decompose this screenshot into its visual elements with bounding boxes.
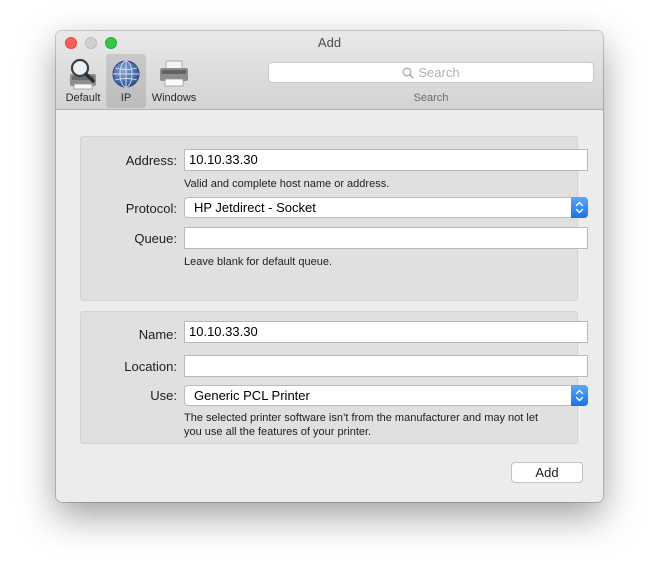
add-printer-window: Add Default IP Windows Search Search Add…: [56, 31, 603, 502]
window-toolbar: Add Default IP Windows Search Search: [56, 31, 603, 110]
connection-panel: Address: 10.10.33.30 Valid and complete …: [80, 136, 588, 301]
window-title: Add: [317, 35, 342, 50]
queue-hint: Leave blank for default queue.: [184, 256, 333, 268]
protocol-label: Protocol:: [125, 201, 177, 216]
address-hint: Valid and complete host name or address.: [184, 178, 390, 190]
windows-printer-icon: [160, 60, 188, 87]
use-label: Use:: [150, 388, 177, 403]
search-input[interactable]: Search: [268, 62, 594, 83]
toolbar-item-label: Windows: [151, 92, 197, 104]
select-arrows-icon: [571, 197, 588, 218]
use-value: Generic PCL Printer: [194, 388, 310, 403]
queue-field[interactable]: [184, 227, 588, 249]
toolbar-item-ip[interactable]: IP: [106, 54, 146, 108]
queue-label: Queue:: [134, 231, 177, 246]
name-label: Name:: [138, 327, 177, 342]
use-select[interactable]: Generic PCL Printer: [184, 385, 588, 406]
toolbar-item-label: Default: [65, 92, 101, 104]
use-hint-line: you use all the features of your printer…: [184, 426, 372, 438]
use-hint-line: The selected printer software isn’t from…: [184, 412, 538, 424]
protocol-select[interactable]: HP Jetdirect - Socket: [184, 197, 588, 218]
use-hint: The selected printer software isn’t from…: [184, 411, 538, 439]
toolbar-item-windows[interactable]: Windows: [146, 54, 202, 108]
location-label: Location:: [124, 359, 177, 374]
location-field[interactable]: [184, 355, 588, 377]
add-button[interactable]: Add: [511, 462, 583, 483]
printer-details-panel: Name: 10.10.33.30 Location: Use: Generic…: [80, 311, 588, 444]
globe-icon: [112, 60, 140, 88]
search-icon: [402, 67, 415, 79]
address-field[interactable]: 10.10.33.30: [184, 149, 588, 171]
search-label: Search: [413, 92, 449, 104]
magnifier-printer-icon: [70, 58, 96, 90]
select-arrows-icon: [571, 385, 588, 406]
toolbar-item-default[interactable]: Default: [60, 54, 106, 108]
search-placeholder: Search: [418, 65, 460, 80]
name-field[interactable]: 10.10.33.30: [184, 321, 588, 343]
protocol-value: HP Jetdirect - Socket: [194, 200, 316, 215]
address-label: Address:: [125, 153, 177, 168]
toolbar-item-label: IP: [120, 92, 132, 104]
